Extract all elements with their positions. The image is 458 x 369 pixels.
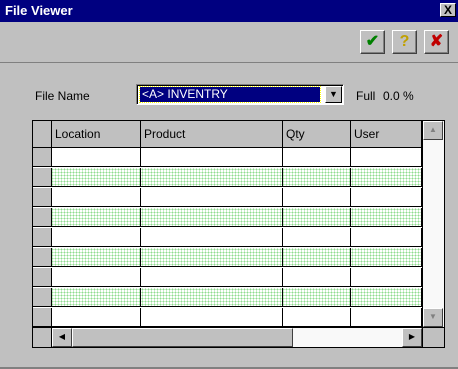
table-cell-product[interactable] <box>141 288 283 306</box>
file-name-select[interactable]: <A> INVENTRY ▼ <box>136 84 344 105</box>
arrow-up-icon: ▲ <box>429 125 437 134</box>
table-cell-product[interactable] <box>141 148 283 166</box>
table-cell-user[interactable] <box>351 148 422 166</box>
row-selector[interactable] <box>33 188 52 207</box>
cross-icon: ✘ <box>429 33 444 50</box>
grid-corner-header <box>33 121 52 148</box>
table-cell-qty[interactable] <box>283 228 351 246</box>
table-cell-qty[interactable] <box>283 248 351 266</box>
table-row[interactable] <box>33 148 422 167</box>
table-cell-product[interactable] <box>141 308 283 326</box>
chevron-down-icon: ▼ <box>329 89 338 99</box>
column-header-user[interactable]: User <box>351 121 422 148</box>
table-row[interactable] <box>33 308 422 327</box>
column-header-qty[interactable]: Qty <box>283 121 351 148</box>
table-cell-qty[interactable] <box>283 188 351 206</box>
table-cell-user[interactable] <box>351 308 422 326</box>
table-cell-location[interactable] <box>52 188 141 206</box>
horizontal-scroll-thumb[interactable] <box>72 328 293 347</box>
row-selector[interactable] <box>33 168 52 187</box>
table-row[interactable] <box>33 288 422 307</box>
toolbar: ✔ ? ✘ <box>0 22 458 63</box>
grid-bottom-left-corner <box>33 327 52 347</box>
row-selector[interactable] <box>33 288 52 307</box>
table-cell-qty[interactable] <box>283 208 351 226</box>
row-selector[interactable] <box>33 148 52 167</box>
file-name-label: File Name <box>35 89 90 103</box>
table-cell-location[interactable] <box>52 208 141 226</box>
vertical-scrollbar[interactable]: ▲ ▼ <box>422 121 444 327</box>
table-cell-location[interactable] <box>52 168 141 186</box>
table-cell-qty[interactable] <box>283 268 351 286</box>
scroll-down-button[interactable]: ▼ <box>423 308 443 327</box>
table-row[interactable] <box>33 168 422 187</box>
table-cell-location[interactable] <box>52 308 141 326</box>
table-row[interactable] <box>33 208 422 227</box>
cancel-button[interactable]: ✘ <box>424 30 449 54</box>
table-cell-product[interactable] <box>141 208 283 226</box>
table-cell-product[interactable] <box>141 268 283 286</box>
column-header-product[interactable]: Product <box>141 121 283 148</box>
table-cell-user[interactable] <box>351 228 422 246</box>
table-cell-location[interactable] <box>52 248 141 266</box>
table-cell-user[interactable] <box>351 248 422 266</box>
table-cell-product[interactable] <box>141 188 283 206</box>
data-grid[interactable]: Location Product Qty User ▲ ▼ ◀ ▶ <box>32 120 445 348</box>
scroll-left-button[interactable]: ◀ <box>52 328 72 347</box>
table-cell-product[interactable] <box>141 248 283 266</box>
table-row[interactable] <box>33 228 422 247</box>
row-selector[interactable] <box>33 248 52 267</box>
window-title: File Viewer <box>5 3 73 18</box>
full-percent-value: 0.0 % <box>383 89 414 103</box>
close-button[interactable]: X <box>440 3 456 17</box>
arrow-right-icon: ▶ <box>408 332 416 341</box>
row-selector[interactable] <box>33 228 52 247</box>
table-cell-user[interactable] <box>351 288 422 306</box>
table-cell-qty[interactable] <box>283 288 351 306</box>
arrow-left-icon: ◀ <box>58 332 66 341</box>
table-cell-qty[interactable] <box>283 308 351 326</box>
row-selector[interactable] <box>33 308 52 327</box>
arrow-down-icon: ▼ <box>429 312 437 321</box>
table-row[interactable] <box>33 248 422 267</box>
question-icon: ? <box>399 33 410 50</box>
ok-button[interactable]: ✔ <box>360 30 385 54</box>
row-selector[interactable] <box>33 208 52 227</box>
table-cell-product[interactable] <box>141 168 283 186</box>
table-row[interactable] <box>33 268 422 287</box>
file-name-value: <A> INVENTRY <box>139 86 321 103</box>
row-selector[interactable] <box>33 268 52 287</box>
table-cell-user[interactable] <box>351 268 422 286</box>
scroll-up-button[interactable]: ▲ <box>423 121 443 140</box>
horizontal-scrollbar[interactable]: ◀ ▶ <box>52 327 422 347</box>
table-cell-location[interactable] <box>52 268 141 286</box>
checkmark-icon: ✔ <box>365 33 380 50</box>
table-row[interactable] <box>33 188 422 207</box>
table-cell-location[interactable] <box>52 288 141 306</box>
table-cell-product[interactable] <box>141 228 283 246</box>
table-cell-qty[interactable] <box>283 168 351 186</box>
table-cell-user[interactable] <box>351 168 422 186</box>
table-cell-qty[interactable] <box>283 148 351 166</box>
grid-bottom-right-corner <box>422 327 444 347</box>
scroll-right-button[interactable]: ▶ <box>402 328 422 347</box>
table-cell-user[interactable] <box>351 208 422 226</box>
help-button[interactable]: ? <box>392 30 417 54</box>
full-label: Full <box>356 89 376 103</box>
table-cell-location[interactable] <box>52 148 141 166</box>
table-cell-user[interactable] <box>351 188 422 206</box>
dropdown-arrow-button[interactable]: ▼ <box>325 86 342 103</box>
title-bar: File Viewer X <box>0 0 458 22</box>
table-cell-location[interactable] <box>52 228 141 246</box>
column-header-location[interactable]: Location <box>52 121 141 148</box>
